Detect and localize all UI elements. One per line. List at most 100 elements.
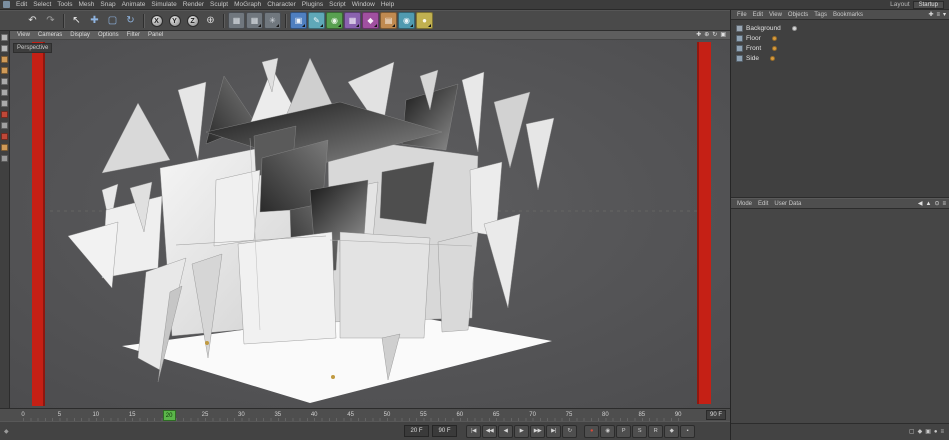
add-light-icon[interactable]: ● xyxy=(416,12,433,29)
menu-sculpt[interactable]: Sculpt xyxy=(207,1,231,8)
viewport-menu-cameras[interactable]: Cameras xyxy=(34,32,66,38)
menu-character[interactable]: Character xyxy=(264,1,299,8)
z-axis-lock-button[interactable]: Z xyxy=(184,12,201,29)
menu-edit[interactable]: Edit xyxy=(13,1,30,8)
om-dropdown-icon[interactable]: ▾ xyxy=(943,11,946,19)
om-menu-view[interactable]: View xyxy=(766,12,785,18)
menu-mograph[interactable]: MoGraph xyxy=(231,1,264,8)
object-row-front[interactable]: Front xyxy=(731,43,949,53)
render-picture-viewer-icon[interactable]: ▦ xyxy=(246,12,263,29)
om-menu-tags[interactable]: Tags xyxy=(811,12,830,18)
am-menu-mode[interactable]: Mode xyxy=(734,201,755,207)
menu-simulate[interactable]: Simulate xyxy=(148,1,179,8)
menu-window[interactable]: Window xyxy=(349,1,378,8)
menu-tools[interactable]: Tools xyxy=(54,1,75,8)
prev-frame-button[interactable]: ◀ xyxy=(498,424,513,438)
viewport-menu-filter[interactable]: Filter xyxy=(123,32,144,38)
red-pillar-right[interactable] xyxy=(697,42,711,404)
am-menu-user-data[interactable]: User Data xyxy=(771,201,804,207)
om-menu-edit[interactable]: Edit xyxy=(750,12,766,18)
viewport-solo-icon[interactable] xyxy=(1,122,8,129)
zoom-view-icon[interactable]: ⊕ xyxy=(704,31,709,39)
rotate-tool-icon[interactable]: ↻ xyxy=(122,12,139,29)
om-menu-objects[interactable]: Objects xyxy=(785,12,811,18)
record-button[interactable]: ● xyxy=(584,424,599,438)
menu-snap[interactable]: Snap xyxy=(97,1,118,8)
loop-button[interactable]: ↻ xyxy=(562,424,577,438)
menu-plugins[interactable]: Plugins xyxy=(299,1,326,8)
viewport-menu-panel[interactable]: Panel xyxy=(144,32,167,38)
next-frame-button[interactable]: ▶▶ xyxy=(530,424,545,438)
goto-end-button[interactable]: ▶| xyxy=(546,424,561,438)
scale-tool-icon[interactable]: ▢ xyxy=(104,12,121,29)
viewport-menu-options[interactable]: Options xyxy=(94,32,123,38)
record-scale-button[interactable]: S xyxy=(632,424,647,438)
timeline-ruler[interactable]: 051015202530354045505560657075808590 20 … xyxy=(0,408,730,421)
make-editable-icon[interactable] xyxy=(1,34,8,41)
autokey-button[interactable]: ◉ xyxy=(600,424,615,438)
object-row-floor[interactable]: Floor xyxy=(731,33,949,43)
add-camera-icon[interactable]: ◉ xyxy=(398,12,415,29)
goto-start-button[interactable]: |◀ xyxy=(466,424,481,438)
menu-animate[interactable]: Animate xyxy=(119,1,149,8)
x-axis-lock-button[interactable]: X xyxy=(148,12,165,29)
enable-snap-icon[interactable] xyxy=(1,133,8,140)
live-selection-icon[interactable]: ↖ xyxy=(68,12,85,29)
om-menu-file[interactable]: File xyxy=(734,12,750,18)
play-button[interactable]: ▶ xyxy=(514,424,529,438)
menu-script[interactable]: Script xyxy=(326,1,349,8)
add-deformer-icon[interactable]: ◆ xyxy=(362,12,379,29)
bottom-left-icon[interactable]: ◆ xyxy=(4,428,14,435)
om-menu-bookmarks[interactable]: Bookmarks xyxy=(830,12,866,18)
points-mode-icon[interactable] xyxy=(1,78,8,85)
panel-button-1[interactable]: ▢ xyxy=(909,428,915,436)
om-filter-icon[interactable]: ≡ xyxy=(936,11,940,19)
max-frame-field[interactable]: 90 F xyxy=(432,425,457,437)
enable-axis-icon[interactable] xyxy=(1,111,8,118)
panel-button-5[interactable]: ≡ xyxy=(940,428,944,436)
material-tag-dot[interactable] xyxy=(791,25,797,31)
pan-view-icon[interactable]: ✚ xyxy=(696,31,701,39)
am-menu-icon[interactable]: ≡ xyxy=(942,200,946,208)
viewport-view-label[interactable]: Perspective xyxy=(13,43,53,53)
end-frame-field[interactable]: 90 F xyxy=(705,410,726,420)
render-view-icon[interactable]: ▦ xyxy=(228,12,245,29)
polygons-mode-icon[interactable] xyxy=(1,100,8,107)
record-pla-button[interactable]: ▪ xyxy=(680,424,695,438)
om-add-icon[interactable]: ✚ xyxy=(928,11,933,19)
add-spline-icon[interactable]: ✎ xyxy=(308,12,325,29)
current-frame-marker[interactable]: 20 xyxy=(162,410,176,421)
am-up-icon[interactable]: ▲ xyxy=(926,200,932,208)
add-cube-icon[interactable]: ▣ xyxy=(290,12,307,29)
move-tool-icon[interactable]: ✚ xyxy=(86,12,103,29)
edges-mode-icon[interactable] xyxy=(1,89,8,96)
panel-button-3[interactable]: ▣ xyxy=(925,428,931,436)
menu-render[interactable]: Render xyxy=(180,1,207,8)
lock-workplane-icon[interactable] xyxy=(1,155,8,162)
add-array-icon[interactable]: ▦ xyxy=(344,12,361,29)
y-axis-lock-button[interactable]: Y xyxy=(166,12,183,29)
toggle-views-icon[interactable]: ▣ xyxy=(720,31,726,39)
menu-help[interactable]: Help xyxy=(378,1,397,8)
am-menu-edit[interactable]: Edit xyxy=(755,201,771,207)
material-tag-dot[interactable] xyxy=(770,55,776,61)
viewport-canvas[interactable]: Perspective xyxy=(10,40,730,408)
rotate-view-icon[interactable]: ↻ xyxy=(712,31,717,39)
panel-button-2[interactable]: ◆ xyxy=(918,428,923,436)
workplane-mode-icon[interactable] xyxy=(1,67,8,74)
object-row-side[interactable]: Side xyxy=(731,53,949,63)
object-row-background[interactable]: Background xyxy=(731,23,949,33)
add-subdivision-surface-icon[interactable]: ◉ xyxy=(326,12,343,29)
menu-mesh[interactable]: Mesh xyxy=(75,1,97,8)
workplane-snap-icon[interactable] xyxy=(1,144,8,151)
undo-icon[interactable]: ↶ xyxy=(24,12,41,29)
model-mode-icon[interactable] xyxy=(1,45,8,52)
panel-button-4[interactable]: ● xyxy=(934,428,938,436)
viewport-menu-display[interactable]: Display xyxy=(66,32,94,38)
material-tag-dot[interactable] xyxy=(771,35,777,41)
render-settings-icon[interactable]: ✳ xyxy=(264,12,281,29)
record-position-button[interactable]: P xyxy=(616,424,631,438)
current-frame-field[interactable]: 20 F xyxy=(404,425,429,437)
viewport-menu-view[interactable]: View xyxy=(13,32,34,38)
am-lock-icon[interactable]: ⊙ xyxy=(934,200,939,208)
